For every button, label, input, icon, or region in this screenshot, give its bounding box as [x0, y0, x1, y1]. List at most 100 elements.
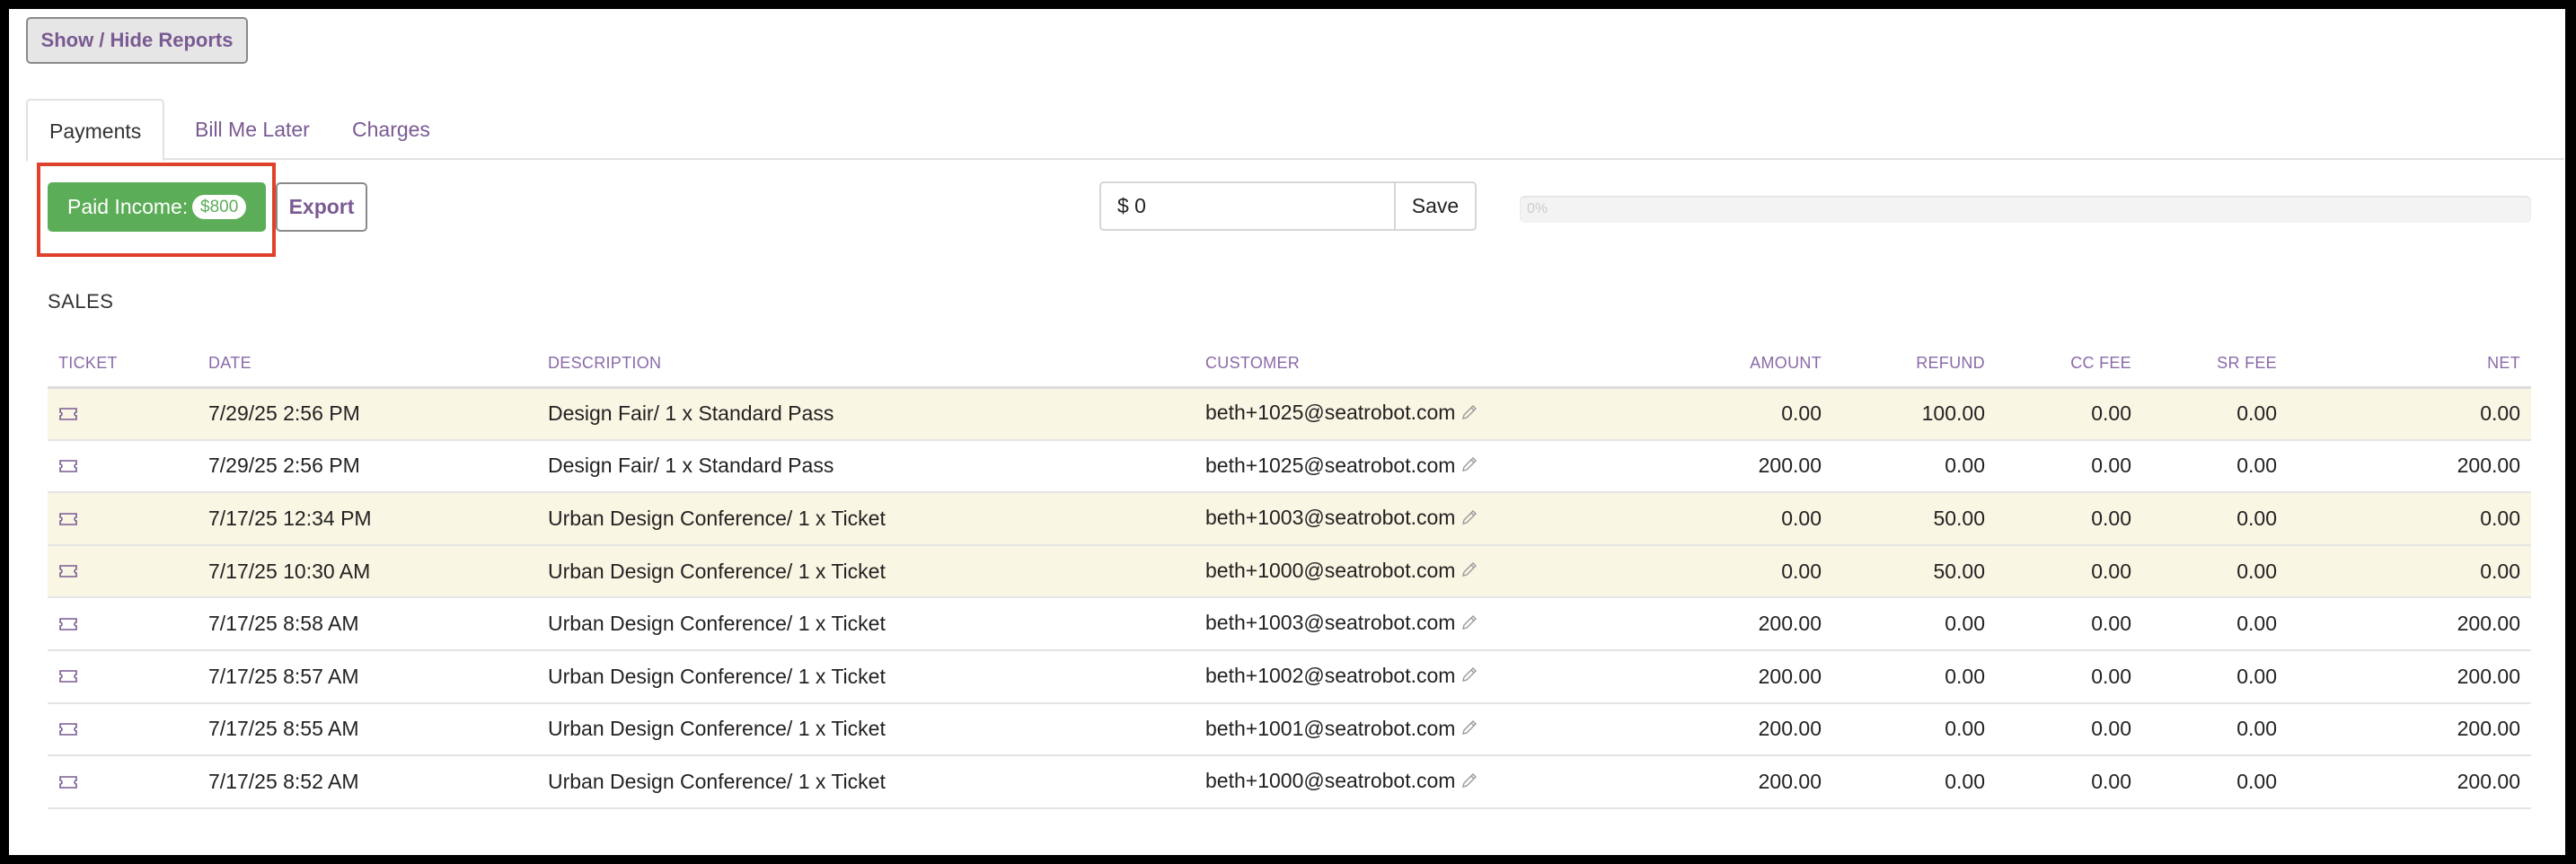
amount-cell: 200.00: [1601, 702, 1832, 757]
cc-fee-cell: 0.00: [1996, 702, 2142, 757]
ticket-cell: [48, 544, 198, 599]
net-cell: 0.00: [2288, 492, 2531, 546]
refund-cell: 0.00: [1832, 597, 1996, 651]
save-button[interactable]: Save: [1394, 181, 1477, 231]
amount-cell: 200.00: [1601, 649, 1832, 704]
ticket-icon[interactable]: [58, 613, 78, 637]
refund-cell: 50.00: [1832, 492, 1996, 546]
description-cell: Design Fair/ 1 x Standard Pass: [537, 439, 1195, 494]
description-cell: Urban Design Conference/ 1 x Ticket: [537, 755, 1195, 809]
refund-cell: 0.00: [1832, 439, 1996, 494]
date-cell: 7/17/25 12:34 PM: [198, 492, 537, 546]
date-cell: 7/17/25 8:52 AM: [198, 755, 537, 809]
refund-cell: 0.00: [1832, 755, 1996, 809]
ticket-icon[interactable]: [58, 665, 78, 689]
ticket-icon[interactable]: [58, 771, 78, 795]
date-cell: 7/29/25 2:56 PM: [198, 439, 537, 494]
amount-cell: 200.00: [1601, 439, 1832, 494]
net-cell: 0.00: [2288, 544, 2531, 599]
net-cell: 200.00: [2288, 597, 2531, 651]
table-row: 7/17/25 8:57 AM Urban Design Conference/ …: [48, 649, 2531, 704]
description-cell: Urban Design Conference/ 1 x Ticket: [537, 544, 1195, 599]
column-header-date[interactable]: DATE: [198, 341, 537, 389]
paid-income-label: Paid Income:: [67, 195, 189, 218]
pencil-icon[interactable]: [1460, 454, 1478, 479]
customer-cell: beth+1001@seatrobot.com: [1195, 702, 1601, 757]
net-cell: 200.00: [2288, 649, 2531, 704]
tab-payments[interactable]: Payments: [26, 99, 165, 162]
sr-fee-cell: 0.00: [2142, 702, 2288, 757]
ticket-cell: [48, 597, 198, 651]
ticket-icon[interactable]: [58, 507, 78, 532]
page-frame: Show / Hide Reports Payments Bill Me Lat…: [9, 9, 2565, 855]
amount-cell: 200.00: [1601, 755, 1832, 809]
pencil-icon[interactable]: [1460, 771, 1478, 795]
column-header-amount[interactable]: AMOUNT: [1601, 341, 1832, 389]
sr-fee-cell: 0.00: [2142, 387, 2288, 441]
report-tabs: Payments Bill Me Later Charges: [26, 99, 2564, 162]
pencil-icon[interactable]: [1460, 665, 1478, 689]
ticket-icon[interactable]: [58, 454, 78, 479]
tab-bill-me-later[interactable]: Bill Me Later: [173, 99, 331, 160]
pencil-icon[interactable]: [1460, 507, 1478, 532]
column-header-sr-fee[interactable]: SR FEE: [2142, 341, 2288, 389]
net-cell: 200.00: [2288, 702, 2531, 757]
progress-bar: 0%: [1520, 196, 2531, 223]
ticket-icon[interactable]: [58, 560, 78, 584]
refund-cell: 100.00: [1832, 387, 1996, 441]
table-row: 7/17/25 8:52 AM Urban Design Conference/ …: [48, 755, 2531, 809]
ticket-cell: [48, 492, 198, 546]
cc-fee-cell: 0.00: [1996, 544, 2142, 599]
table-row: 7/29/25 2:56 PM Design Fair/ 1 x Standard…: [48, 387, 2531, 441]
ticket-icon[interactable]: [58, 718, 78, 742]
pencil-icon[interactable]: [1460, 718, 1478, 742]
paid-income-button[interactable]: Paid Income: $800: [48, 182, 266, 232]
column-header-ticket[interactable]: TICKET: [48, 341, 198, 389]
date-cell: 7/29/25 2:56 PM: [198, 387, 537, 441]
ticket-icon[interactable]: [58, 402, 78, 427]
column-header-customer[interactable]: CUSTOMER: [1195, 341, 1601, 389]
progress-text: 0%: [1527, 201, 1548, 216]
column-header-net[interactable]: NET: [2288, 341, 2531, 389]
column-header-refund[interactable]: REFUND: [1832, 341, 1996, 389]
description-cell: Urban Design Conference/ 1 x Ticket: [537, 649, 1195, 704]
description-cell: Design Fair/ 1 x Standard Pass: [537, 387, 1195, 441]
date-cell: 7/17/25 8:58 AM: [198, 597, 537, 651]
customer-cell: beth+1025@seatrobot.com: [1195, 387, 1601, 441]
date-cell: 7/17/25 8:55 AM: [198, 702, 537, 757]
refund-cell: 50.00: [1832, 544, 1996, 599]
amount-cell: 0.00: [1601, 544, 1832, 599]
customer-email: beth+1003@seatrobot.com: [1205, 506, 1456, 530]
cc-fee-cell: 0.00: [1996, 649, 2142, 704]
amount-cell: 0.00: [1601, 492, 1832, 546]
customer-cell: beth+1002@seatrobot.com: [1195, 649, 1601, 704]
sr-fee-cell: 0.00: [2142, 492, 2288, 546]
cc-fee-cell: 0.00: [1996, 387, 2142, 441]
table-row: 7/29/25 2:56 PM Design Fair/ 1 x Standard…: [48, 439, 2531, 494]
description-cell: Urban Design Conference/ 1 x Ticket: [537, 702, 1195, 757]
ticket-cell: [48, 755, 198, 809]
pencil-icon[interactable]: [1460, 402, 1478, 427]
sr-fee-cell: 0.00: [2142, 439, 2288, 494]
tab-charges[interactable]: Charges: [331, 99, 452, 160]
show-hide-reports-button[interactable]: Show / Hide Reports: [26, 17, 248, 64]
sr-fee-cell: 0.00: [2142, 597, 2288, 651]
amount-cell: 200.00: [1601, 597, 1832, 651]
column-header-description[interactable]: DESCRIPTION: [537, 341, 1195, 389]
sr-fee-cell: 0.00: [2142, 649, 2288, 704]
export-button[interactable]: Export: [276, 182, 367, 232]
sr-fee-cell: 0.00: [2142, 755, 2288, 809]
date-cell: 7/17/25 10:30 AM: [198, 544, 537, 599]
customer-email: beth+1025@seatrobot.com: [1205, 453, 1456, 477]
column-header-cc-fee[interactable]: CC FEE: [1996, 341, 2142, 389]
ticket-cell: [48, 387, 198, 441]
ticket-cell: [48, 439, 198, 494]
sales-table: TICKET DATE DESCRIPTION CUSTOMER AMOUNT …: [48, 341, 2531, 809]
pencil-icon[interactable]: [1460, 560, 1478, 584]
ticket-cell: [48, 702, 198, 757]
sr-fee-cell: 0.00: [2142, 544, 2288, 599]
table-header-row: TICKET DATE DESCRIPTION CUSTOMER AMOUNT …: [48, 341, 2531, 389]
amount-cell: 0.00: [1601, 387, 1832, 441]
amount-input[interactable]: [1099, 181, 1396, 231]
pencil-icon[interactable]: [1460, 613, 1478, 637]
